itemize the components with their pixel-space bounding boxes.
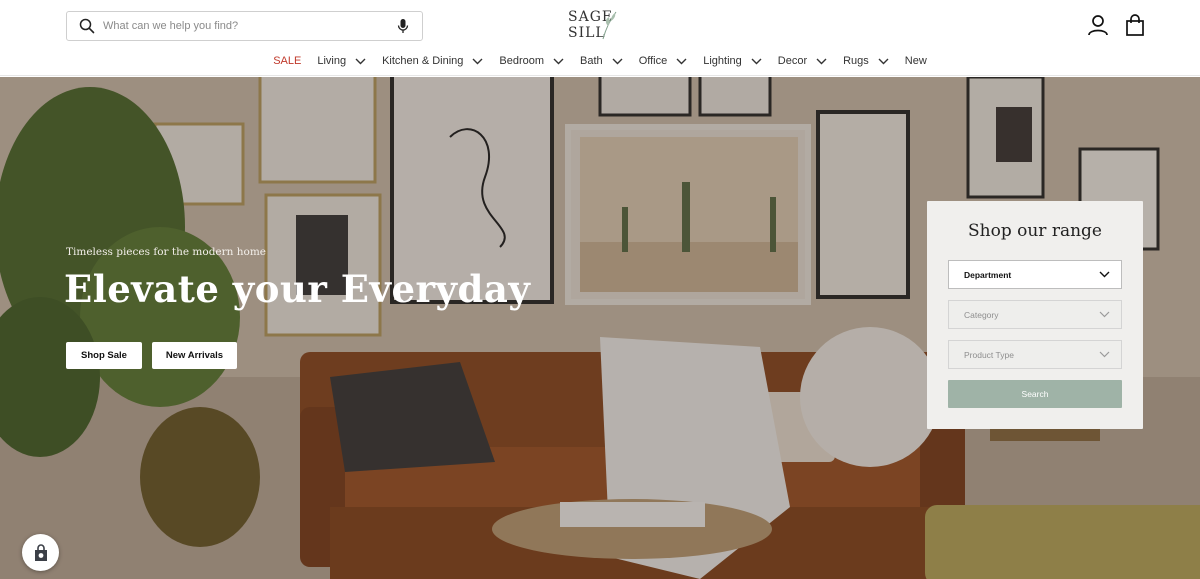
search-bar[interactable] (66, 11, 423, 41)
nav-item-new[interactable]: New (905, 55, 927, 67)
chevron-down-icon (878, 58, 889, 65)
chevron-down-icon (1099, 270, 1110, 280)
shop-panel-title: Shop our range (968, 221, 1102, 241)
leaf-icon (602, 11, 617, 40)
category-select-label: Category (964, 309, 999, 320)
nav-item-kitchen-dining[interactable]: Kitchen & Dining (382, 55, 483, 67)
hero-title: Elevate your Everyday (64, 267, 531, 311)
shop-search-button[interactable]: Search (948, 380, 1122, 408)
chevron-down-icon (676, 58, 687, 65)
nav-item-label: SALE (273, 55, 302, 67)
rewards-button[interactable] (22, 534, 59, 571)
nav-item-label: Bath (580, 55, 603, 67)
hero-tagline: Timeless pieces for the modern home (66, 246, 267, 258)
chevron-down-icon (355, 58, 366, 65)
product-type-select-label: Product Type (964, 349, 1014, 360)
category-select[interactable]: Category (948, 300, 1122, 329)
account-icon[interactable] (1087, 14, 1109, 36)
new-arrivals-button[interactable]: New Arrivals (152, 342, 237, 369)
nav-item-living[interactable]: Living (317, 55, 366, 67)
nav-item-label: New (904, 55, 927, 67)
nav-item-label: Rugs (843, 55, 869, 67)
search-input[interactable] (103, 20, 390, 32)
rewards-icon (34, 543, 47, 561)
logo[interactable]: SAGE SILL (568, 9, 648, 41)
main-nav: SALE Living Kitchen & Dining Bedroom Bath Off… (0, 55, 1200, 67)
product-type-select[interactable]: Product Type (948, 340, 1122, 369)
shopping-bag-icon[interactable] (1125, 14, 1145, 36)
chevron-down-icon (1099, 350, 1110, 360)
department-select-label: Department (964, 269, 1012, 280)
nav-item-label: Kitchen & Dining (382, 55, 464, 67)
nav-item-bath[interactable]: Bath (580, 55, 623, 67)
shop-sale-button[interactable]: Shop Sale (66, 342, 142, 369)
chevron-down-icon (816, 58, 827, 65)
nav-item-label: Office (638, 55, 668, 67)
chevron-down-icon (751, 58, 762, 65)
chevron-down-icon (612, 58, 623, 65)
nav-item-label: Bedroom (499, 55, 545, 67)
chevron-down-icon (472, 58, 483, 65)
chevron-down-icon (553, 58, 564, 65)
search-icon[interactable] (79, 18, 95, 34)
chevron-down-icon (1099, 310, 1110, 320)
department-select[interactable]: Department (948, 260, 1122, 289)
nav-item-sale[interactable]: SALE (273, 55, 301, 67)
microphone-icon[interactable] (396, 18, 410, 34)
nav-item-label: Lighting (703, 55, 742, 67)
nav-item-rugs[interactable]: Rugs (843, 55, 889, 67)
nav-item-label: Living (317, 55, 347, 67)
shop-range-panel: Shop our range Department Category Produ… (927, 201, 1143, 429)
nav-item-decor[interactable]: Decor (778, 55, 827, 67)
nav-item-bedroom[interactable]: Bedroom (499, 55, 564, 67)
nav-item-label: Decor (777, 55, 808, 67)
nav-item-office[interactable]: Office (639, 55, 688, 67)
site-header: SAGE SILL SALE Living Kitchen & Dining Bedr… (0, 0, 1200, 76)
hero-banner: Timeless pieces for the modern home Elev… (0, 77, 1200, 579)
nav-item-lighting[interactable]: Lighting (703, 55, 762, 67)
